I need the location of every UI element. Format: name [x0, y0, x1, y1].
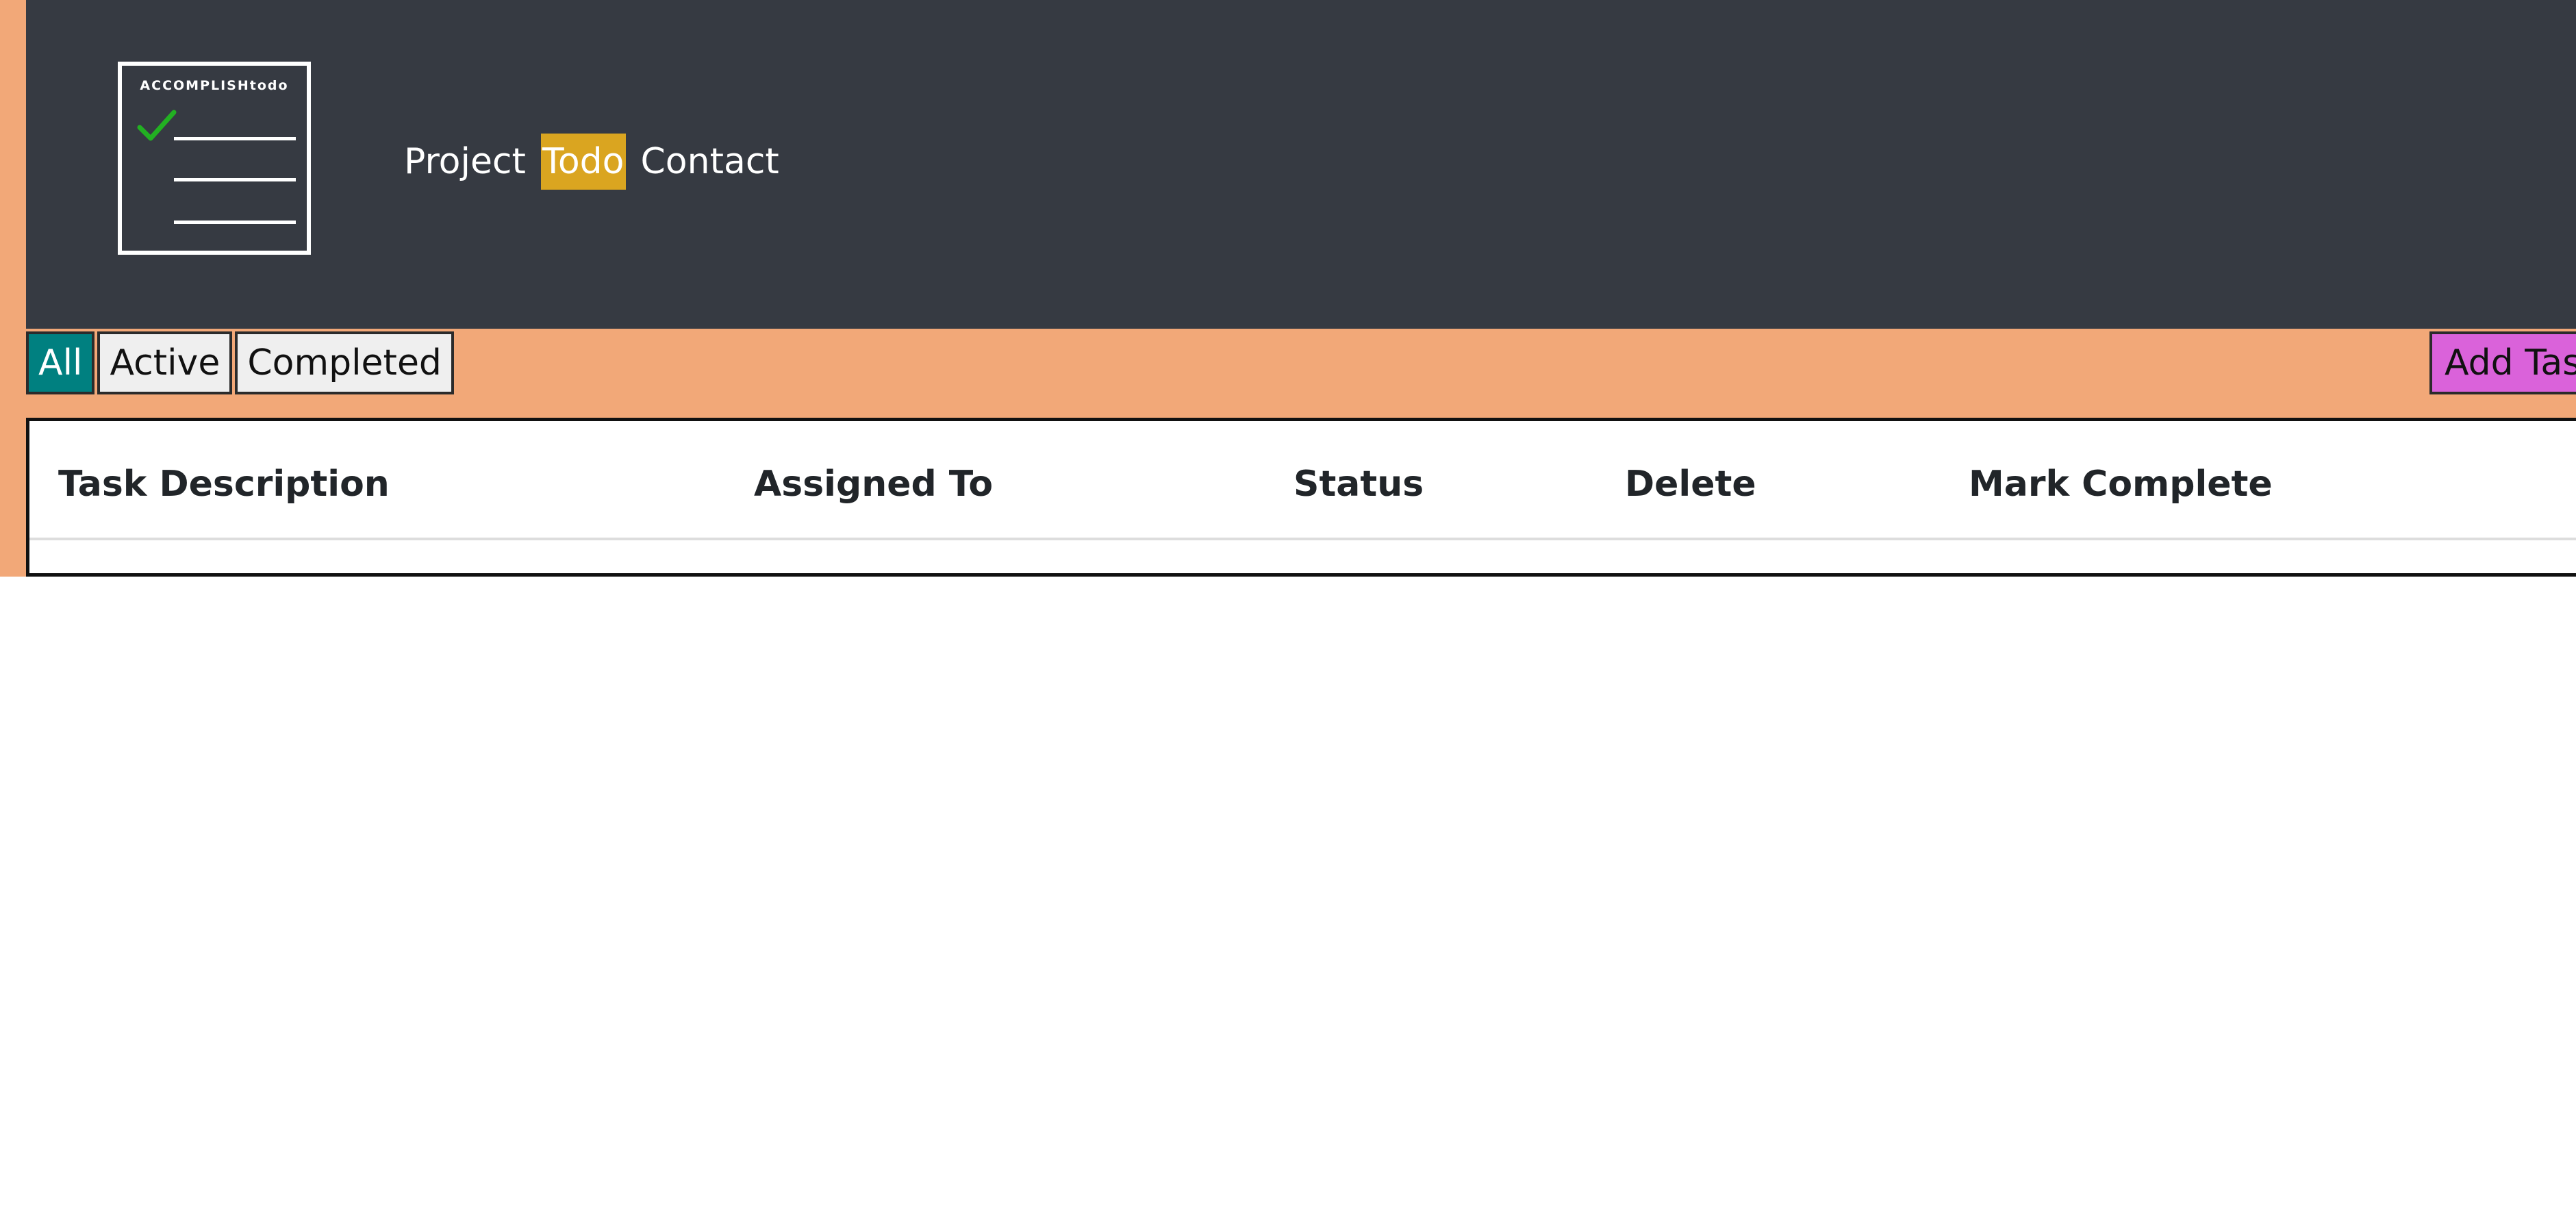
nav-item-contact[interactable]: Contact [640, 134, 781, 190]
nav-item-todo[interactable]: Todo [540, 134, 626, 190]
filter-active-button[interactable]: Active [97, 331, 233, 394]
table-header-row: Task Description Assigned To Status Dele… [29, 421, 2576, 540]
filter-all-button[interactable]: All [26, 331, 95, 394]
add-task-button[interactable]: Add Task [2429, 331, 2576, 394]
top-header: ACCOMPLISHtodo Project Todo Contact [26, 0, 2576, 329]
logo-line [174, 137, 296, 140]
logo-text: ACCOMPLISHtodo [140, 78, 289, 93]
app-logo[interactable]: ACCOMPLISHtodo [118, 62, 311, 255]
main-nav: Project Todo Contact [403, 134, 794, 190]
header-mark-complete: Mark Complete [1969, 464, 2273, 505]
header-status: Status [1293, 464, 1424, 505]
header-delete: Delete [1625, 464, 1756, 505]
filter-completed-button[interactable]: Completed [235, 331, 454, 394]
logo-line [174, 221, 296, 224]
logo-line [174, 178, 296, 181]
app-background: ACCOMPLISHtodo Project Todo Contact All … [0, 0, 2576, 577]
task-table: Task Description Assigned To Status Dele… [26, 418, 2576, 577]
nav-item-project[interactable]: Project [403, 134, 527, 190]
checkmark-icon [137, 110, 177, 141]
header-task-description: Task Description [58, 464, 390, 505]
filter-bar: All Active Completed [26, 331, 457, 394]
header-assigned-to: Assigned To [754, 464, 994, 505]
